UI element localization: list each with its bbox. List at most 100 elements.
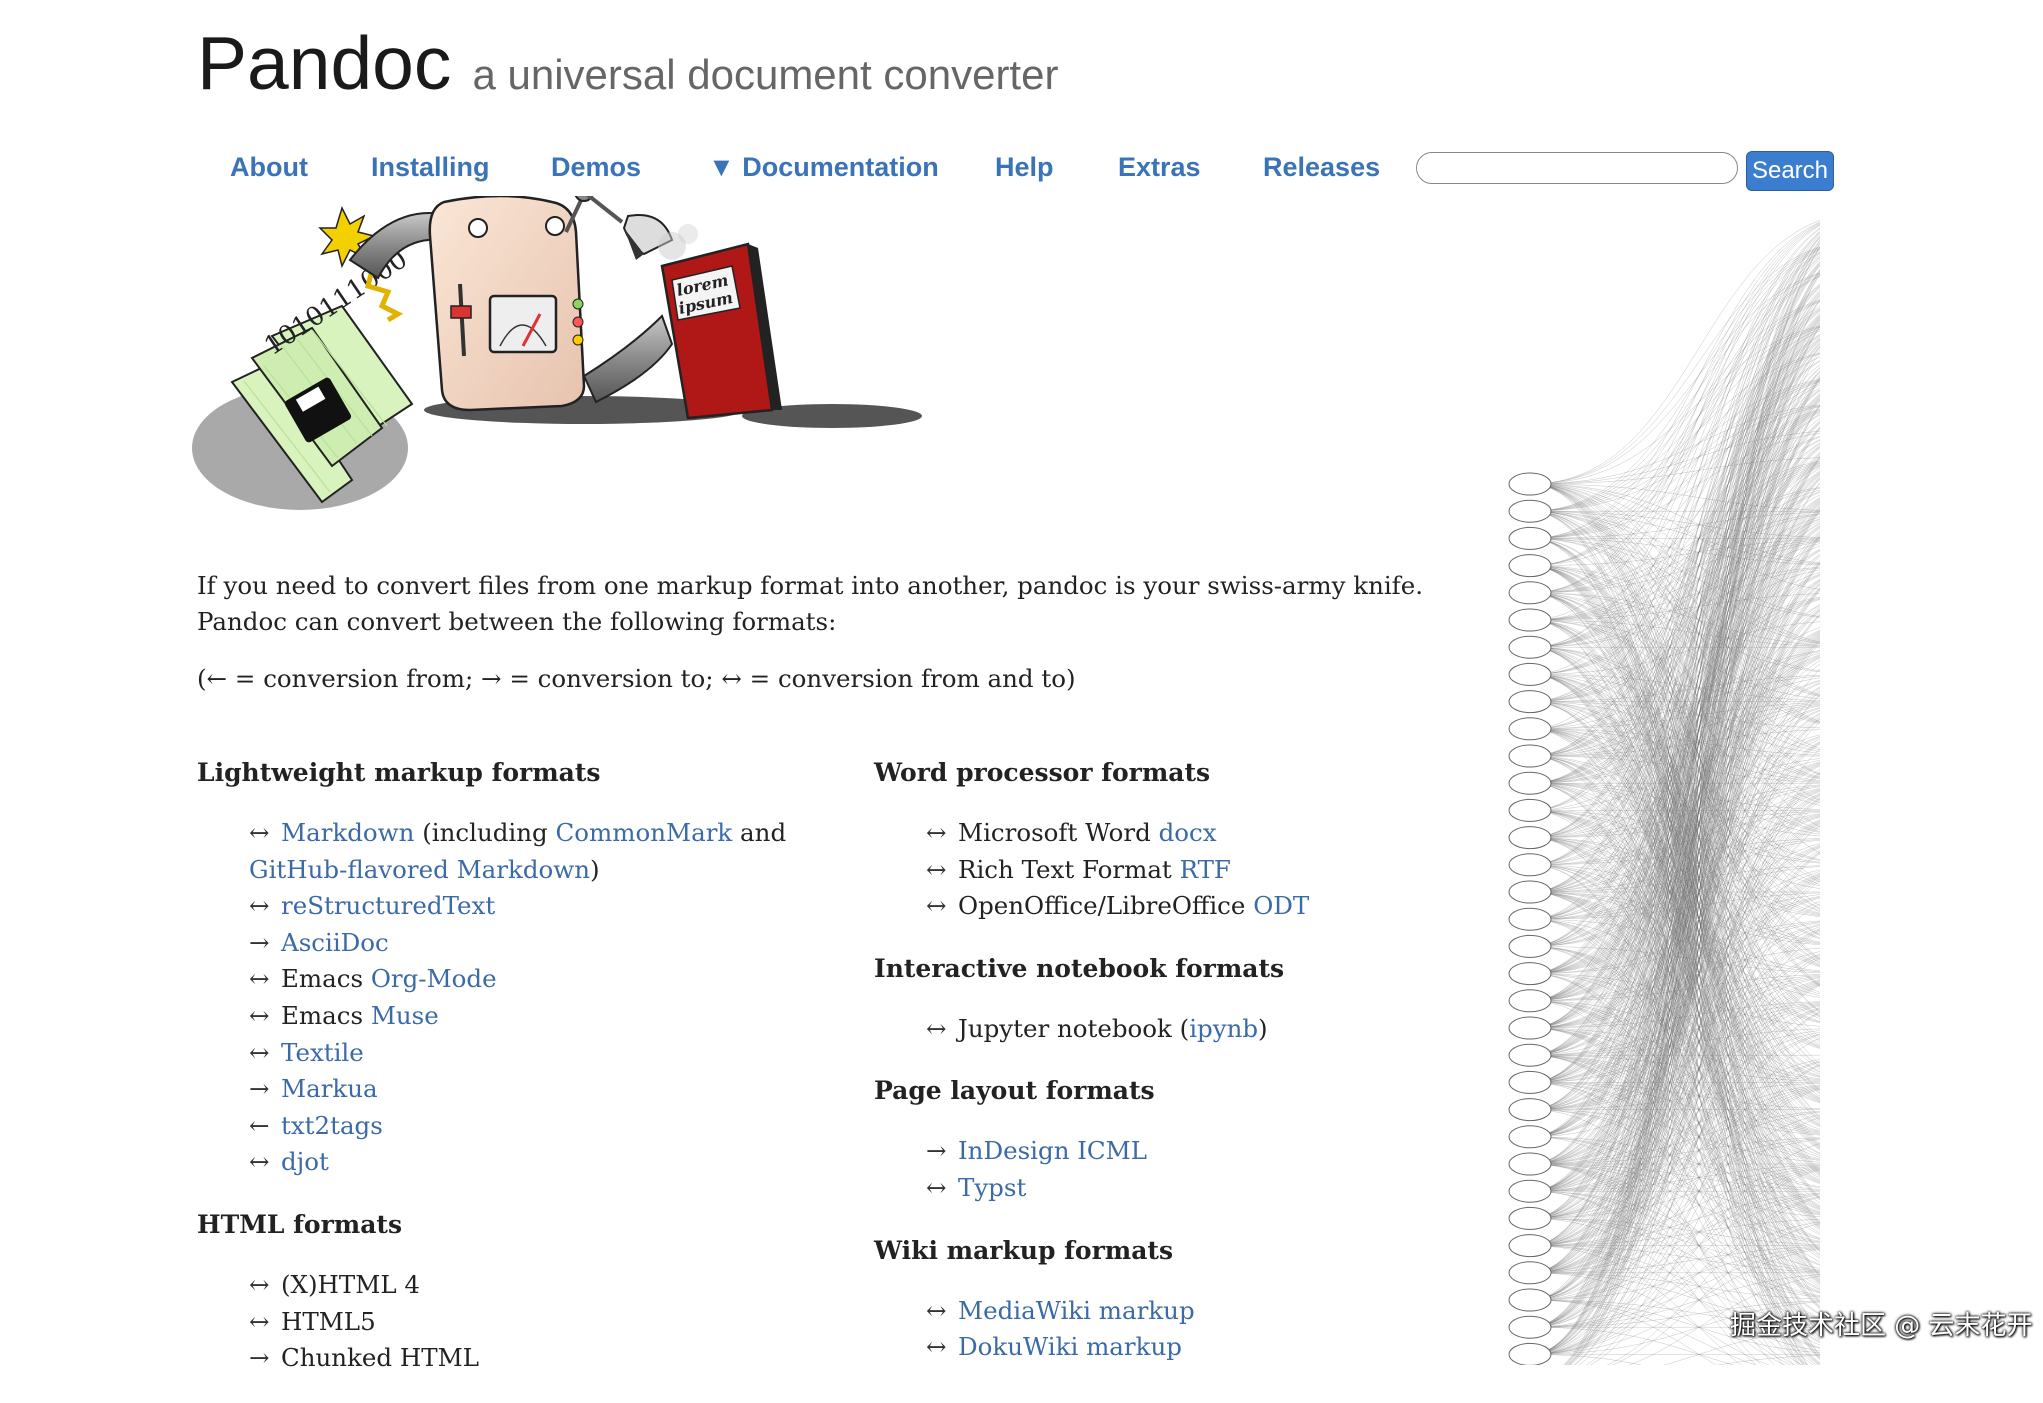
conversion-arrow: ↔ xyxy=(249,1147,270,1177)
format-item: ↔ HTML5 xyxy=(249,1304,817,1341)
graph-node xyxy=(1508,826,1552,850)
section-title: Word processor formats xyxy=(874,758,1211,787)
format-item: ↔ Microsoft Word docx xyxy=(926,815,1434,852)
format-text: Emacs xyxy=(281,1000,371,1030)
arrow-legend: (← = conversion from; → = conversion to;… xyxy=(197,664,1076,693)
graph-node xyxy=(1508,1234,1552,1258)
conversion-arrow: ← xyxy=(249,1110,270,1140)
format-link-ipynb[interactable]: ipynb xyxy=(1189,1014,1258,1043)
graph-node xyxy=(1508,662,1552,686)
format-link-asciidoc[interactable]: AsciiDoc xyxy=(281,928,389,957)
conversion-arrow: ↔ xyxy=(249,1000,270,1030)
format-link-rtf[interactable]: RTF xyxy=(1180,855,1231,884)
format-link-txt2tags[interactable]: txt2tags xyxy=(281,1111,383,1140)
right-format-column: Word processor formats ↔ Microsoft Word do… xyxy=(874,755,1434,1392)
graph-node xyxy=(1508,962,1552,986)
format-link-indesign-icml[interactable]: InDesign ICML xyxy=(958,1136,1147,1165)
site-title[interactable]: Pandoc xyxy=(197,21,451,105)
format-text: Microsoft Word xyxy=(958,818,1159,847)
nav-releases[interactable]: Releases xyxy=(1263,152,1380,183)
conversion-arrow: ↔ xyxy=(249,1269,270,1299)
conversion-arrow: ↔ xyxy=(926,1013,947,1043)
search-button[interactable]: Search xyxy=(1746,151,1834,191)
intro-paragraph: If you need to convert files from one ma… xyxy=(197,571,1424,636)
graph-node xyxy=(1508,554,1552,578)
format-item: ↔ Textile xyxy=(249,1035,817,1072)
format-text: ) xyxy=(1258,1013,1268,1043)
graph-node xyxy=(1508,880,1552,904)
graph-node xyxy=(1508,472,1552,496)
format-link-restructuredtext[interactable]: reStructuredText xyxy=(281,891,495,920)
graph-node xyxy=(1508,853,1552,877)
conversion-arrow: → xyxy=(249,1074,270,1104)
graph-node xyxy=(1508,1261,1552,1285)
graph-node xyxy=(1508,690,1552,714)
graph-node xyxy=(1508,934,1552,958)
format-link-odt[interactable]: ODT xyxy=(1253,891,1309,920)
format-item: ↔ Emacs Muse xyxy=(249,998,817,1035)
conversion-arrow: → xyxy=(249,1343,270,1373)
graph-node xyxy=(1508,608,1552,632)
nav-help[interactable]: Help xyxy=(995,152,1054,183)
graph-node xyxy=(1508,989,1552,1013)
format-text: Chunked HTML xyxy=(281,1343,479,1373)
graph-node xyxy=(1508,635,1552,659)
format-list: ↔ MediaWiki markup ↔ DokuWiki markup xyxy=(874,1293,1434,1366)
nav-about[interactable]: About xyxy=(230,152,308,183)
graph-node xyxy=(1508,1016,1552,1040)
conversion-arrow: ↔ xyxy=(926,891,947,921)
format-link-mediawiki-markup[interactable]: MediaWiki markup xyxy=(958,1296,1195,1325)
converter-machine-icon xyxy=(428,196,586,412)
graph-node xyxy=(1508,581,1552,605)
graph-node xyxy=(1508,1315,1552,1339)
format-link-muse[interactable]: Muse xyxy=(371,1001,439,1030)
nav-demos[interactable]: Demos xyxy=(551,152,641,183)
format-link-docx[interactable]: docx xyxy=(1159,818,1217,847)
format-text: Rich Text Format xyxy=(958,854,1180,884)
format-item: ↔ DokuWiki markup xyxy=(926,1329,1434,1366)
format-link-djot[interactable]: djot xyxy=(281,1147,329,1176)
format-item: ↔ Markdown (including CommonMark and xyxy=(249,815,817,852)
conversion-arrow: → xyxy=(249,927,270,957)
graph-node xyxy=(1508,1288,1552,1312)
format-link-markua[interactable]: Markua xyxy=(281,1074,378,1103)
format-item: ↔ MediaWiki markup xyxy=(926,1293,1434,1330)
graph-node xyxy=(1508,499,1552,523)
conversion-arrow: ↔ xyxy=(926,1172,947,1202)
format-text: (including xyxy=(414,818,556,847)
nav-documentation[interactable]: ▼ Documentation xyxy=(708,152,939,183)
format-item: GitHub-flavored Markdown) xyxy=(249,852,817,889)
conversion-arrow: ↔ xyxy=(249,818,270,847)
graph-node xyxy=(1508,1070,1552,1094)
format-item: ↔ reStructuredText xyxy=(249,888,817,925)
format-link-org-mode[interactable]: Org-Mode xyxy=(371,964,497,993)
graph-node xyxy=(1508,1342,1552,1365)
format-item: → Markua xyxy=(249,1071,817,1108)
format-item: ↔ (X)HTML 4 xyxy=(249,1267,817,1304)
conversion-arrow: ↔ xyxy=(249,964,270,994)
graph-node xyxy=(1508,744,1552,768)
search-input[interactable] xyxy=(1416,152,1738,184)
format-conversion-graph xyxy=(1508,220,1820,1365)
nav-installing[interactable]: Installing xyxy=(371,152,490,183)
format-link-typst[interactable]: Typst xyxy=(958,1173,1026,1202)
format-item: → InDesign ICML xyxy=(926,1133,1434,1170)
format-list: → InDesign ICML ↔ Typst xyxy=(874,1133,1434,1206)
format-link-textile[interactable]: Textile xyxy=(281,1038,364,1067)
graph-node xyxy=(1508,1043,1552,1067)
format-link-dokuwiki-markup[interactable]: DokuWiki markup xyxy=(958,1332,1182,1361)
graph-node xyxy=(1508,1152,1552,1176)
format-list: ↔ Microsoft Word docx ↔ Rich Text Format RT… xyxy=(874,815,1434,925)
format-text: Emacs xyxy=(281,964,371,994)
format-link-github-flavored-markdown[interactable]: GitHub-flavored Markdown xyxy=(249,855,590,884)
section-title: Wiki markup formats xyxy=(874,1235,1174,1265)
graph-node xyxy=(1508,1098,1552,1122)
nav-extras[interactable]: Extras xyxy=(1118,152,1201,183)
conversion-arrow: ↔ xyxy=(926,818,947,847)
conversion-arrow: ↔ xyxy=(249,891,270,921)
left-format-column: Lightweight markup formats ↔ Markdown (inc… xyxy=(197,755,817,1403)
format-link-markdown[interactable]: Markdown xyxy=(281,818,414,847)
graph-node xyxy=(1508,798,1552,822)
graph-node xyxy=(1508,1125,1552,1149)
format-link-commonmark[interactable]: CommonMark xyxy=(556,818,733,847)
